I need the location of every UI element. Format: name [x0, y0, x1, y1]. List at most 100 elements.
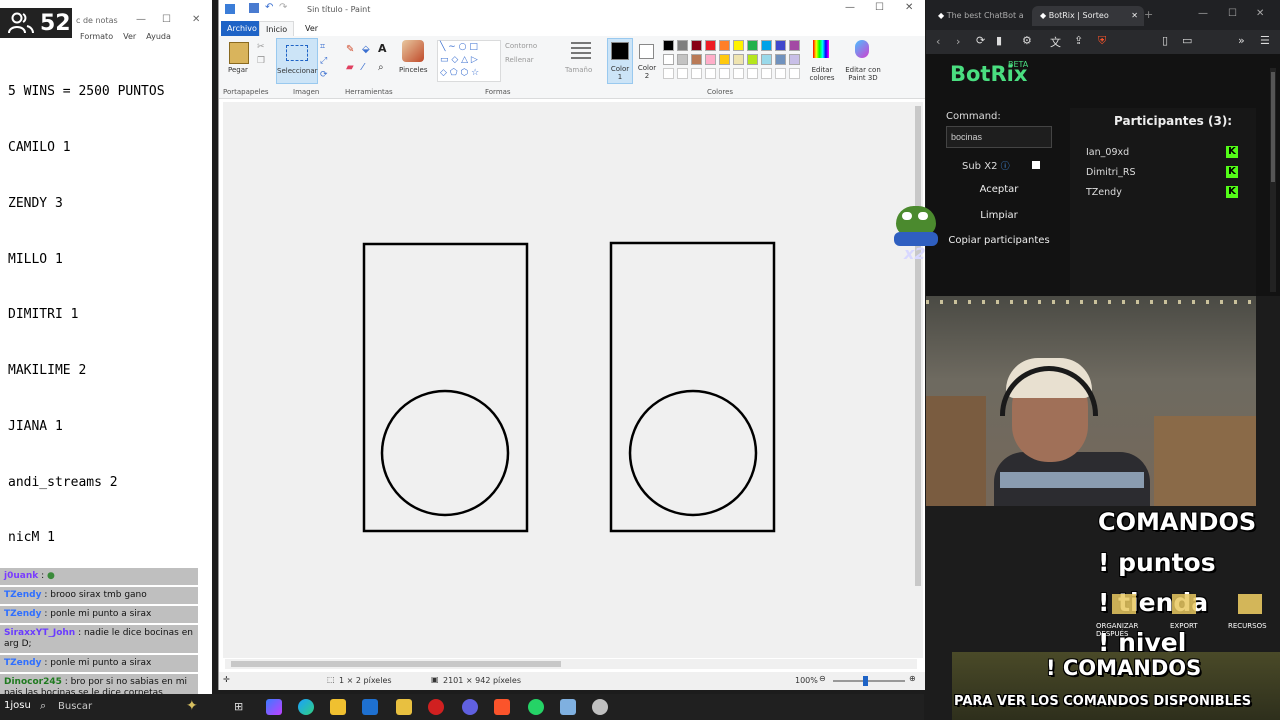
brave-shield-icon[interactable]: ⛨ — [1098, 34, 1106, 48]
subx2-checkbox[interactable] — [1032, 161, 1040, 169]
accept-button[interactable]: Aceptar — [946, 180, 1052, 200]
save-icon[interactable] — [249, 3, 259, 13]
palette-swatch[interactable] — [691, 40, 702, 51]
tab-inicio[interactable]: Inicio — [259, 21, 295, 37]
edge-icon[interactable] — [298, 699, 314, 715]
tab-archivo[interactable]: Archivo — [221, 21, 263, 36]
palette-swatch[interactable] — [663, 54, 674, 65]
color2-button[interactable]: Color 2 — [635, 38, 659, 82]
palette-swatch[interactable] — [761, 68, 772, 79]
menu-ver[interactable]: Ver — [123, 32, 136, 41]
palette-swatch[interactable] — [677, 54, 688, 65]
palette-swatch[interactable] — [789, 40, 800, 51]
notepad-icon[interactable] — [560, 699, 576, 715]
minimize-icon[interactable]: — — [1198, 8, 1208, 19]
zoom-slider[interactable] — [833, 676, 905, 686]
palette-swatch[interactable] — [705, 54, 716, 65]
browser-tab-active[interactable]: ◆ BotRix | Sorteo ✕ — [1032, 6, 1144, 26]
rotate-icon[interactable]: ⟳ — [320, 70, 328, 80]
maximize-icon[interactable]: ☐ — [875, 2, 884, 13]
command-input[interactable] — [946, 126, 1052, 148]
copilot-icon[interactable] — [266, 699, 282, 715]
palette-swatch[interactable] — [761, 54, 772, 65]
brave-icon[interactable] — [494, 699, 510, 715]
text-icon[interactable]: A — [378, 42, 387, 55]
magnifier-icon[interactable]: ⌕ — [378, 62, 384, 73]
wallet-icon[interactable]: ▭ — [1182, 34, 1192, 47]
palette-swatch[interactable] — [747, 40, 758, 51]
translate-icon[interactable]: 文 — [1050, 34, 1061, 50]
maximize-icon[interactable]: ☐ — [1228, 8, 1237, 19]
minimize-icon[interactable]: — — [845, 2, 855, 13]
back-icon[interactable]: ‹ — [936, 35, 940, 48]
new-tab-icon[interactable]: + — [1144, 8, 1153, 21]
pencil-icon[interactable]: ✎ — [346, 44, 354, 55]
color1-button[interactable]: Color 1 — [607, 38, 633, 84]
palette-swatch[interactable] — [663, 68, 674, 79]
more-icon[interactable]: » — [1238, 34, 1245, 47]
palette-swatch[interactable] — [789, 68, 800, 79]
palette-swatch[interactable] — [747, 68, 758, 79]
edit-colors-button[interactable]: Editar colores — [807, 66, 837, 82]
site-settings-icon[interactable]: ⚙ — [1022, 34, 1032, 47]
resize-icon[interactable]: ⤢ — [320, 56, 327, 66]
palette-swatch[interactable] — [733, 40, 744, 51]
size-button[interactable]: Tamaño — [565, 66, 592, 74]
taskbar-search[interactable]: Buscar — [58, 701, 92, 712]
share-icon[interactable]: ⇪ — [1074, 34, 1083, 47]
forward-icon[interactable]: › — [956, 35, 960, 48]
paste-button[interactable]: Pegar — [228, 66, 248, 74]
fill-icon[interactable]: ⬙ — [362, 44, 370, 55]
zoom-out-icon[interactable]: ⊖ — [819, 674, 826, 683]
sidebar-icon[interactable]: ▯ — [1162, 34, 1168, 47]
palette-swatch[interactable] — [705, 40, 716, 51]
reload-icon[interactable]: ⟳ — [976, 34, 985, 47]
palette-swatch[interactable] — [775, 54, 786, 65]
palette-swatch[interactable] — [775, 40, 786, 51]
cut-icon[interactable]: ✂ — [257, 42, 265, 52]
eraser-icon[interactable]: ▰ — [346, 62, 354, 73]
palette-swatch[interactable] — [789, 54, 800, 65]
bookmark-icon[interactable]: ▮ — [996, 34, 1002, 47]
palette-swatch[interactable] — [691, 68, 702, 79]
file-explorer-icon[interactable] — [330, 699, 346, 715]
palette-swatch[interactable] — [733, 68, 744, 79]
fill-button[interactable]: Rellenar — [505, 56, 534, 64]
recorder-icon[interactable] — [428, 699, 444, 715]
menu-ayuda[interactable]: Ayuda — [146, 32, 171, 41]
shapes-gallery[interactable]: ╲ ∼ ○ □ ▭ ◇ △ ▷ ◇ ⬠ ⬡ ☆ — [437, 40, 501, 82]
desktop-folder-label[interactable]: RECURSOS — [1228, 622, 1267, 630]
obs-icon[interactable] — [592, 699, 608, 715]
browser-tab[interactable]: ◆ The best ChatBot a — [930, 6, 1034, 26]
tab-ver[interactable]: Ver — [299, 21, 324, 36]
search-icon[interactable]: ⌕ — [40, 699, 46, 713]
browser-scrollbar[interactable] — [1270, 68, 1276, 292]
palette-swatch[interactable] — [775, 68, 786, 79]
palette-swatch[interactable] — [677, 68, 688, 79]
palette-swatch[interactable] — [677, 40, 688, 51]
clear-button[interactable]: Limpiar — [946, 206, 1052, 226]
task-view-icon[interactable]: ⊞ — [234, 700, 243, 713]
menu-formato[interactable]: Formato — [80, 32, 113, 41]
widgets-icon[interactable]: ✦ — [186, 698, 198, 714]
palette-swatch[interactable] — [719, 54, 730, 65]
select-button[interactable]: Seleccionar — [276, 38, 318, 84]
desktop-folder-label[interactable]: ORGANIZAR DESPUÉS — [1096, 622, 1146, 638]
outline-button[interactable]: Contorno — [505, 42, 537, 50]
palette-swatch[interactable] — [663, 40, 674, 51]
vertical-scrollbar[interactable] — [913, 102, 923, 658]
close-icon[interactable]: ✕ — [192, 14, 200, 25]
copy-icon[interactable]: ❐ — [257, 56, 265, 66]
outlook-icon[interactable] — [362, 699, 378, 715]
palette-swatch[interactable] — [719, 68, 730, 79]
close-icon[interactable]: ✕ — [1256, 8, 1264, 19]
color-palette[interactable] — [663, 40, 803, 79]
brushes-button[interactable]: Pinceles — [399, 66, 428, 74]
zoom-in-icon[interactable]: ⊕ — [909, 674, 916, 683]
desktop-folder-label[interactable]: EXPORT — [1170, 622, 1198, 630]
discord-icon[interactable] — [462, 699, 478, 715]
palette-swatch[interactable] — [705, 68, 716, 79]
drawing-canvas[interactable] — [223, 102, 917, 658]
menu-icon[interactable]: ☰ — [1260, 34, 1270, 47]
palette-swatch[interactable] — [719, 40, 730, 51]
